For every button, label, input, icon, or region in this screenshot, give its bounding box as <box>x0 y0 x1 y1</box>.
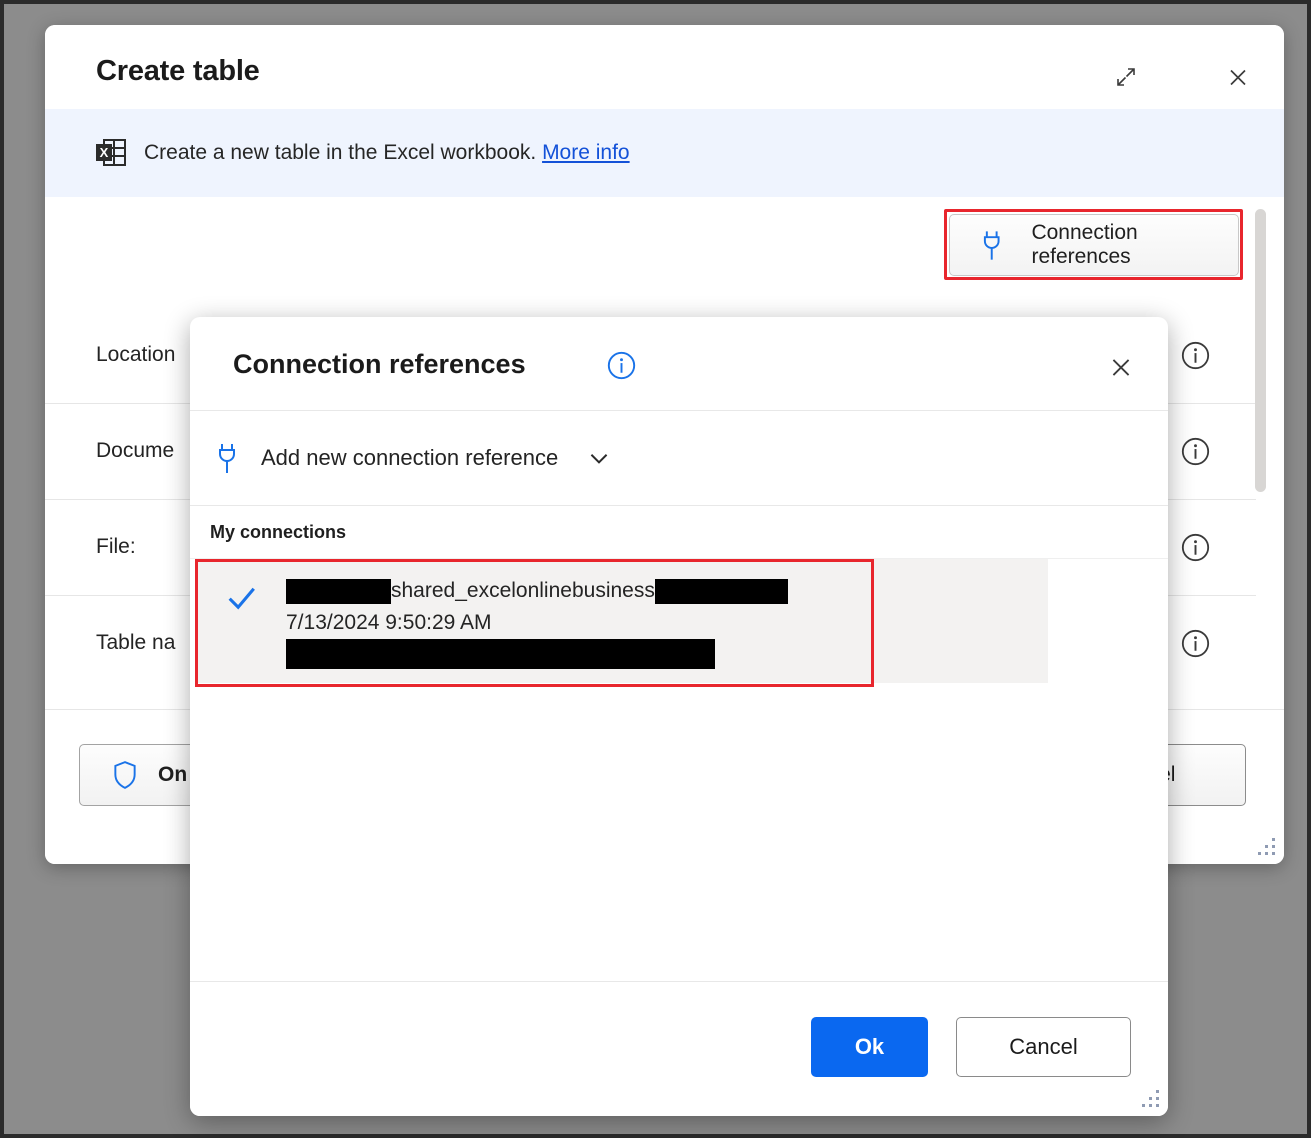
info-circle-icon[interactable] <box>1181 533 1210 562</box>
connection-references-panel: Connection references Add new connection… <box>190 317 1168 1116</box>
panel-title: Connection references <box>233 349 526 379</box>
info-circle-icon[interactable] <box>1181 437 1210 466</box>
dialog-titlebar: Create table <box>45 25 1284 109</box>
connection-list: shared_excelonlinebusiness 7/13/2024 9:5… <box>190 559 1168 687</box>
connection-name-line: shared_excelonlinebusiness <box>286 575 788 607</box>
more-info-link[interactable]: More info <box>542 141 630 164</box>
main-scrollbar-thumb[interactable] <box>1255 209 1266 492</box>
cancel-button[interactable]: Cancel <box>956 1017 1131 1077</box>
expand-diagonal-icon <box>1117 68 1135 86</box>
panel-footer: Ok Cancel <box>190 981 1168 1116</box>
info-circle-icon[interactable] <box>1181 341 1210 370</box>
connection-item-text: shared_excelonlinebusiness 7/13/2024 9:5… <box>286 575 788 683</box>
field-label-file: File: <box>96 535 136 558</box>
redacted-block <box>286 578 391 604</box>
info-banner: X Create a new table in the Excel workbo… <box>45 109 1284 197</box>
banner-text: Create a new table in the Excel workbook… <box>144 141 630 165</box>
close-icon <box>1230 69 1246 85</box>
ok-button[interactable]: Ok <box>811 1017 928 1077</box>
add-new-connection-reference-label: Add new connection reference <box>261 445 559 470</box>
redacted-block <box>286 639 715 669</box>
info-circle-blue-icon[interactable] <box>607 351 636 380</box>
close-dialog-button[interactable] <box>1220 59 1256 95</box>
expand-dialog-button[interactable] <box>1108 59 1144 95</box>
connection-detail-line <box>286 639 788 669</box>
panel-resize-grip[interactable] <box>1140 1088 1162 1110</box>
svg-text:X: X <box>100 145 109 160</box>
chevron-down-icon[interactable] <box>586 445 612 471</box>
connection-timestamp: 7/13/2024 9:50:29 AM <box>286 611 492 634</box>
dialog-resize-grip[interactable] <box>1256 836 1278 858</box>
panel-header: Connection references <box>190 317 1168 411</box>
excel-table-icon: X <box>96 139 126 166</box>
my-connections-section-header: My connections <box>190 506 1168 559</box>
plug-icon <box>983 231 1000 260</box>
list-item[interactable]: shared_excelonlinebusiness 7/13/2024 9:5… <box>198 559 1048 683</box>
connection-name: shared_excelonlinebusiness <box>391 579 655 602</box>
page-title: Create table <box>96 55 260 87</box>
close-icon <box>1112 358 1130 376</box>
on-behalf-of-label: On <box>158 763 188 786</box>
plug-icon <box>219 444 235 473</box>
connection-references-button-label: Connection references <box>1031 221 1138 268</box>
redacted-block <box>654 578 788 604</box>
add-new-connection-reference-button[interactable]: Add new connection reference <box>190 411 1168 506</box>
checkmark-icon <box>228 587 255 610</box>
connection-references-button[interactable]: Connection references <box>949 214 1239 276</box>
field-label-location: Location <box>96 343 176 366</box>
field-label-document: Docume <box>96 439 175 462</box>
info-circle-icon[interactable] <box>1181 629 1210 658</box>
panel-close-button[interactable] <box>1102 348 1140 386</box>
field-label-table-name: Table na <box>96 631 176 654</box>
main-scrollbar-track[interactable] <box>1255 197 1276 709</box>
banner-message: Create a new table in the Excel workbook… <box>144 141 537 164</box>
shield-icon <box>114 761 136 789</box>
